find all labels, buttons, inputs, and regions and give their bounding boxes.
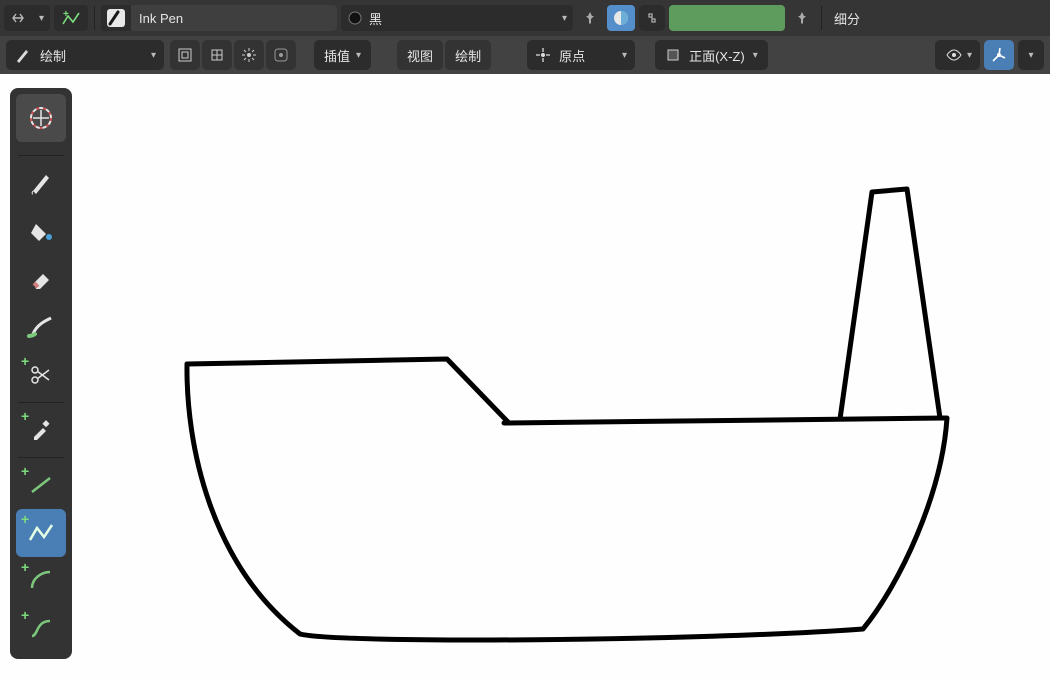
tool-polyline[interactable] [16,509,66,557]
tool-eyedropper[interactable] [16,406,66,454]
mode-dropdown[interactable]: 绘制 ▾ [6,40,164,70]
drawing-plane-label: 正面(X-Z) [689,46,745,65]
strength-slider[interactable] [669,5,785,31]
guide-multiedit-button[interactable] [234,40,264,70]
guide-layers-button[interactable] [170,40,200,70]
link-button[interactable] [639,5,665,31]
brush-selector[interactable]: Ink Pen [101,5,337,31]
autokey-icon [272,46,290,64]
tool-erase[interactable] [16,255,66,303]
tool-line[interactable] [16,461,66,509]
onion-skin-icon [611,8,631,28]
layers-icon [176,46,194,64]
viewport-canvas[interactable] [0,74,1050,682]
curve-icon [28,616,54,642]
drawing-plane-dropdown[interactable]: 正面(X-Z) ▾ [655,40,768,70]
pin-slider-button[interactable] [789,5,815,31]
view-menu[interactable]: 视图 [397,40,443,70]
plane-icon [665,47,681,63]
material-selector[interactable]: 黑 ▾ [341,5,573,31]
header-toolbar: 绘制 ▾ 插值 ▾ 视图 绘制 原点 ▾ 正面(X-Z) [0,36,1050,74]
tool-3d-cursor[interactable] [16,94,66,142]
header-right-cluster: ▾ ▾ [935,40,1044,70]
tool-cutter[interactable] [16,351,66,399]
link-icon [644,10,660,26]
chevron-down-icon: ▾ [562,13,567,24]
pin-icon [582,10,598,26]
subdivision-label[interactable]: 细分 [828,9,866,28]
visibility-dropdown[interactable]: ▾ [935,40,980,70]
drawn-strokes [0,74,1050,682]
chevron-down-icon: ▾ [622,50,627,61]
tool-tint[interactable] [16,303,66,351]
snap-icon [10,10,26,26]
brush-name-field[interactable]: Ink Pen [131,5,337,31]
brush-tint-icon [27,314,55,340]
gizmo-toggle[interactable] [984,40,1014,70]
topbar: ▾ + Ink Pen 黑 ▾ 细分 [0,0,1050,36]
chevron-down-icon: ▾ [967,50,972,61]
polyline-plus-icon: + [61,10,81,26]
pin-icon [794,10,810,26]
eraser-icon [28,266,54,292]
polyline-icon [27,520,55,546]
tool-fill[interactable] [16,207,66,255]
chevron-down-icon: ▾ [356,50,361,61]
pen-icon [28,170,54,196]
stroke-placement-dropdown[interactable]: 原点 ▾ [527,40,635,70]
guide-autokey-button[interactable] [266,40,296,70]
interpolation-dropdown[interactable]: 插值 ▾ [314,40,371,70]
draw-menu-label: 绘制 [455,46,481,65]
draw-mode-icon [14,46,32,64]
chevron-down-icon: ▾ [1028,50,1033,61]
boundary-icon [208,46,226,64]
line-icon [28,472,54,498]
draw-menu[interactable]: 绘制 [445,40,491,70]
bucket-icon [28,218,54,244]
eyedropper-icon [29,418,53,442]
material-swatch-icon [347,10,363,26]
origin-label: 原点 [559,46,585,65]
gizmo-icon [990,46,1008,64]
scissors-icon [29,363,53,387]
brush-preset-icon [101,7,131,29]
pin-material-button[interactable] [577,5,603,31]
tool-arc[interactable] [16,557,66,605]
guide-boundary-button[interactable] [202,40,232,70]
chevron-down-icon: ▾ [151,50,156,61]
arc-icon [28,568,54,594]
curve-overlay-button[interactable]: + [54,5,88,31]
guide-buttons-group [170,40,296,70]
origin-icon [535,47,551,63]
tool-curve[interactable] [16,605,66,653]
chevron-down-icon: ▾ [753,50,758,61]
interpolation-label: 插值 [324,46,350,65]
tool-draw[interactable] [16,159,66,207]
burst-icon [240,46,258,64]
view-menu-label: 视图 [407,46,433,65]
onion-skin-toggle[interactable] [607,5,635,31]
cursor3d-icon [26,103,56,133]
eye-icon [945,46,963,64]
chevron-down-icon: ▾ [39,13,44,24]
gizmo-dropdown[interactable]: ▾ [1018,40,1044,70]
snapping-dropdown[interactable]: ▾ [4,5,50,31]
tool-palette [10,88,72,659]
material-label: 黑 [369,9,382,28]
mode-label: 绘制 [40,46,66,65]
